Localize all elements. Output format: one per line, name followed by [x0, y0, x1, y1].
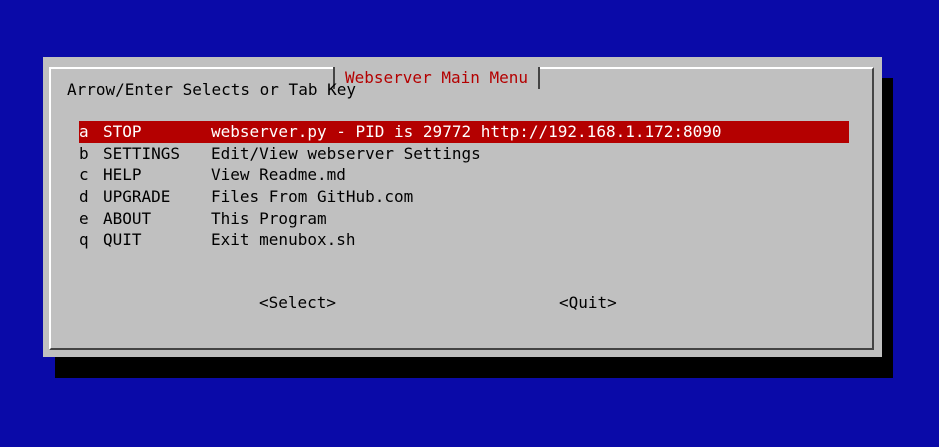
menu-dialog: Webserver Main Menu Arrow/Enter Selects …: [43, 57, 882, 357]
menu-item-quit[interactable]: q QUIT Exit menubox.sh: [79, 229, 849, 251]
menu-item-stop[interactable]: a STOP webserver.py - PID is 29772 http://…: [79, 121, 849, 143]
menu-item-tag: SETTINGS: [103, 143, 181, 163]
menu-item-key: a: [79, 122, 89, 142]
menu-item-desc: Edit/View webserver Settings: [211, 143, 481, 163]
menu-item-key: e: [79, 208, 89, 228]
menu-item-tag: STOP: [103, 122, 142, 142]
menu-item-settings[interactable]: b SETTINGS Edit/View webserver Settings: [79, 143, 849, 165]
terminal-screen: Webserver Main Menu Arrow/Enter Selects …: [0, 0, 939, 447]
menu-item-upgrade[interactable]: d UPGRADE Files From GitHub.com: [79, 186, 849, 208]
menu-item-desc: View Readme.md: [211, 165, 346, 185]
menu-item-tag: HELP: [103, 165, 142, 185]
menu-item-desc: Exit menubox.sh: [211, 230, 356, 250]
menu-item-key: b: [79, 143, 89, 163]
menu-item-key: d: [79, 187, 89, 207]
menu-item-key: c: [79, 165, 89, 185]
menu-item-help[interactable]: c HELP View Readme.md: [79, 164, 849, 186]
menu-item-tag: UPGRADE: [103, 187, 171, 207]
menu-item-tag: ABOUT: [103, 208, 152, 228]
quit-button[interactable]: <Quit>: [559, 293, 617, 312]
select-button[interactable]: <Select>: [259, 293, 336, 312]
menu-item-desc: This Program: [211, 208, 327, 228]
menu-item-about[interactable]: e ABOUT This Program: [79, 207, 849, 229]
menu-item-desc: webserver.py - PID is 29772 http://192.1…: [211, 122, 722, 142]
dialog-title-bar: Webserver Main Menu: [333, 67, 541, 89]
dialog-title: Webserver Main Menu: [345, 68, 529, 87]
menu-item-key: q: [79, 230, 89, 250]
menu-list: a STOP webserver.py - PID is 29772 http://…: [79, 121, 849, 251]
instruction-text: Arrow/Enter Selects or Tab Key: [67, 80, 356, 99]
menu-item-tag: QUIT: [103, 230, 142, 250]
menu-item-desc: Files From GitHub.com: [211, 187, 414, 207]
